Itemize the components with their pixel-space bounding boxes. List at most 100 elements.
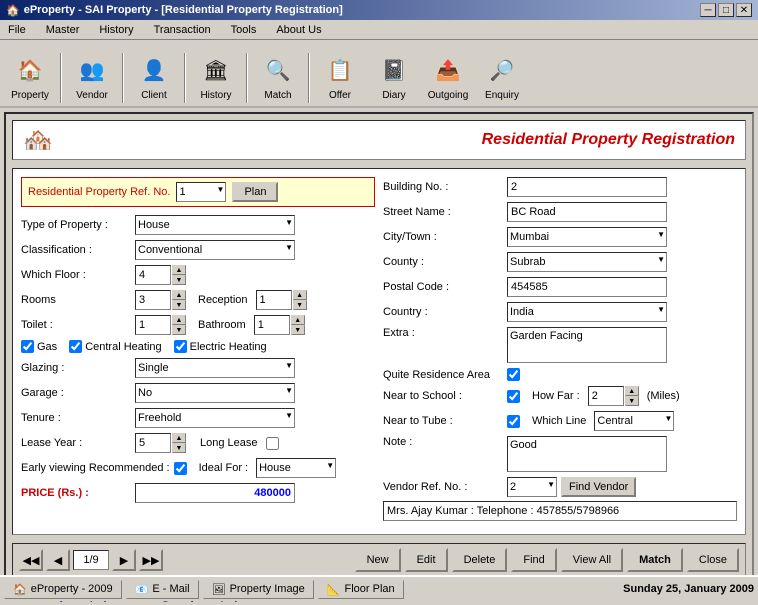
minimize-btn[interactable]: ─ <box>700 3 716 17</box>
lease-year-up[interactable]: ▲ <box>172 433 186 443</box>
ref-row: Residential Property Ref. No. 1 Plan <box>21 177 375 207</box>
find-btn[interactable]: Find <box>511 548 556 572</box>
building-input[interactable] <box>507 177 667 197</box>
how-far-label: How Far : <box>532 390 580 402</box>
taskbar-floor-plan[interactable]: 📐 Floor Plan <box>318 580 404 599</box>
which-line-label: Which Line <box>532 415 586 427</box>
note-textarea[interactable]: Good <box>507 436 667 472</box>
early-viewing-row: Early viewing Recommended : Ideal For : … <box>21 458 375 478</box>
lease-year-down[interactable]: ▼ <box>172 443 186 453</box>
toolbar-property[interactable]: 🏠 Property <box>4 50 56 103</box>
rooms-input[interactable] <box>135 290 171 310</box>
type-select[interactable]: House <box>135 215 295 235</box>
menu-about[interactable]: About Us <box>272 23 325 37</box>
central-heating-checkbox[interactable] <box>69 340 82 353</box>
menu-file[interactable]: File <box>4 23 30 37</box>
close-window-btn[interactable]: ✕ <box>736 3 752 17</box>
property-image-icon: 🖼 <box>212 583 226 596</box>
match-btn[interactable]: Match <box>627 548 683 572</box>
email-label: E - Mail <box>152 583 189 595</box>
bathroom-up[interactable]: ▲ <box>291 315 305 325</box>
toolbar-outgoing[interactable]: 📤 Outgoing <box>422 50 474 103</box>
early-viewing-checkbox[interactable] <box>174 462 187 475</box>
next-btn[interactable]: ▶ <box>112 549 136 571</box>
country-select[interactable]: India <box>507 302 667 322</box>
quite-checkbox[interactable] <box>507 368 520 381</box>
which-line-select[interactable]: Central <box>594 411 674 431</box>
vendor-icon: 👥 <box>74 52 110 88</box>
vendor-info-input[interactable] <box>383 501 737 521</box>
reception-input[interactable] <box>256 290 292 310</box>
toolbar-enquiry[interactable]: 🔎 Enquiry <box>476 50 528 103</box>
postal-label: Postal Code : <box>383 281 503 293</box>
lease-year-input[interactable] <box>135 433 171 453</box>
rooms-up[interactable]: ▲ <box>172 290 186 300</box>
maximize-btn[interactable]: □ <box>718 3 734 17</box>
toolbar-client[interactable]: 👤 Client <box>128 50 180 103</box>
close-btn[interactable]: Close <box>687 548 739 572</box>
electric-heating-checkbox[interactable] <box>174 340 187 353</box>
gas-checkbox[interactable] <box>21 340 34 353</box>
plan-btn[interactable]: Plan <box>232 182 278 202</box>
how-far-down[interactable]: ▼ <box>625 396 639 406</box>
toilet-input[interactable] <box>135 315 171 335</box>
country-row: Country : India <box>383 302 737 322</box>
county-row: County : Subrab <box>383 252 737 272</box>
prev-btn[interactable]: ◀ <box>46 549 70 571</box>
garage-label: Garage : <box>21 387 131 399</box>
delete-btn[interactable]: Delete <box>452 548 508 572</box>
floor-down[interactable]: ▼ <box>172 275 186 285</box>
garage-select[interactable]: No <box>135 383 295 403</box>
bathroom-input[interactable] <box>254 315 290 335</box>
last-btn[interactable]: ▶▶ <box>139 549 163 571</box>
rooms-down[interactable]: ▼ <box>172 300 186 310</box>
tube-checkbox[interactable] <box>507 415 520 428</box>
bathroom-down[interactable]: ▼ <box>291 325 305 335</box>
vendor-ref-label: Vendor Ref. No. : <box>383 481 503 493</box>
tenure-select[interactable]: Freehold <box>135 408 295 428</box>
classification-select[interactable]: Conventional <box>135 240 295 260</box>
menu-master[interactable]: Master <box>42 23 84 37</box>
ideal-for-select[interactable]: House <box>256 458 336 478</box>
taskbar-app[interactable]: 🏠 eProperty - 2009 <box>4 580 122 599</box>
menu-tools[interactable]: Tools <box>227 23 261 37</box>
ref-select[interactable]: 1 <box>176 182 226 202</box>
first-btn[interactable]: ◀◀ <box>19 549 43 571</box>
taskbar-email[interactable]: 📧 E - Mail <box>126 580 199 599</box>
school-checkbox[interactable] <box>507 390 520 403</box>
reception-down[interactable]: ▼ <box>293 300 307 310</box>
toolbar-offer[interactable]: 📋 Offer <box>314 50 366 103</box>
toolbar-match[interactable]: 🔍 Match <box>252 50 304 103</box>
reception-up[interactable]: ▲ <box>293 290 307 300</box>
toolbar-diary[interactable]: 📓 Diary <box>368 50 420 103</box>
street-input[interactable] <box>507 202 667 222</box>
glazing-select[interactable]: Single <box>135 358 295 378</box>
toolbar-history[interactable]: 🏛 History <box>190 50 242 103</box>
county-select[interactable]: Subrab <box>507 252 667 272</box>
how-far-input[interactable] <box>588 386 624 406</box>
menu-transaction[interactable]: Transaction <box>150 23 215 37</box>
long-lease-checkbox[interactable] <box>266 437 279 450</box>
menu-history[interactable]: History <box>95 23 137 37</box>
find-vendor-btn[interactable]: Find Vendor <box>561 477 636 497</box>
page-indicator[interactable] <box>73 550 109 570</box>
edit-btn[interactable]: Edit <box>405 548 448 572</box>
ref-label: Residential Property Ref. No. <box>28 186 170 198</box>
floor-input[interactable] <box>135 265 171 285</box>
school-label: Near to School : <box>383 390 503 402</box>
toilet-up[interactable]: ▲ <box>172 315 186 325</box>
postal-input[interactable] <box>507 277 667 297</box>
price-input[interactable] <box>135 483 295 503</box>
toolbar-vendor[interactable]: 👥 Vendor <box>66 50 118 103</box>
extra-textarea[interactable]: Garden Facing <box>507 327 667 363</box>
taskbar-property-image[interactable]: 🖼 Property Image <box>203 580 314 599</box>
floor-up[interactable]: ▲ <box>172 265 186 275</box>
view-all-btn[interactable]: View All <box>561 548 623 572</box>
how-far-up[interactable]: ▲ <box>625 386 639 396</box>
city-select[interactable]: Mumbai <box>507 227 667 247</box>
new-btn[interactable]: New <box>355 548 401 572</box>
note-row: Note : Good <box>383 436 737 472</box>
vendor-ref-select[interactable]: 2 <box>507 477 557 497</box>
toilet-down[interactable]: ▼ <box>172 325 186 335</box>
app-icon: 🏠 <box>13 583 27 596</box>
